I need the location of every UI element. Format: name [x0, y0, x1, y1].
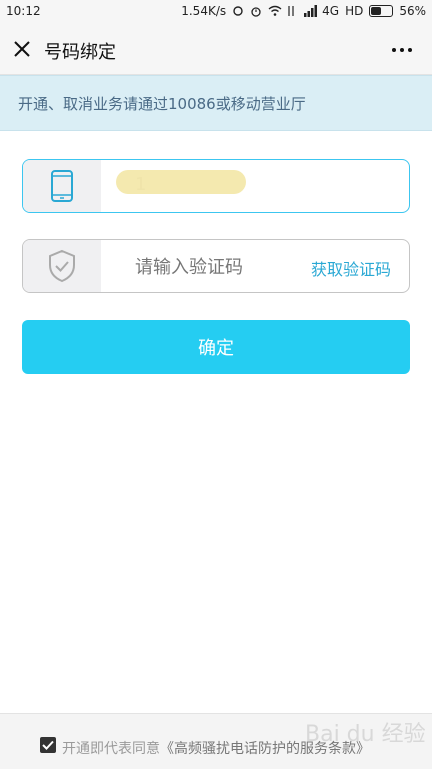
network-type: 4G	[322, 4, 340, 18]
status-bar: 10:12 1.54K/s 4G HD 56%	[0, 0, 432, 24]
data-transfer-icon	[286, 5, 298, 17]
hd-indicator: HD	[345, 4, 364, 18]
more-icon[interactable]	[390, 38, 414, 62]
get-code-button[interactable]: 获取验证码	[311, 256, 391, 280]
alarm-icon	[250, 5, 262, 17]
battery-level	[371, 7, 382, 15]
battery-icon	[369, 5, 394, 17]
phone-icon	[23, 160, 101, 212]
battery-percent: 56%	[399, 4, 426, 18]
confirm-button[interactable]: 确定	[22, 320, 410, 374]
close-icon[interactable]	[10, 37, 34, 61]
top-navbar: 号码绑定	[0, 24, 432, 75]
shield-check-icon	[23, 240, 101, 292]
signal-icon	[304, 5, 318, 17]
status-icons: 1.54K/s 4G HD 56%	[181, 4, 426, 18]
status-time: 10:12	[6, 4, 41, 18]
verification-code-field: 获取验证码	[22, 239, 410, 293]
watermark-logo: Bai du 经验	[305, 722, 426, 747]
agree-checkbox[interactable]	[40, 737, 56, 753]
verification-code-input[interactable]	[123, 240, 327, 292]
sync-icon	[232, 5, 244, 17]
redaction-mask	[116, 170, 246, 194]
wifi-icon	[268, 5, 282, 17]
network-speed: 1.54K/s	[181, 4, 227, 18]
notice-banner: 开通、取消业务请通过10086或移动营业厅	[0, 75, 432, 131]
page-title: 号码绑定	[44, 42, 116, 63]
agreement-prefix: 开通即代表同意	[62, 741, 160, 757]
